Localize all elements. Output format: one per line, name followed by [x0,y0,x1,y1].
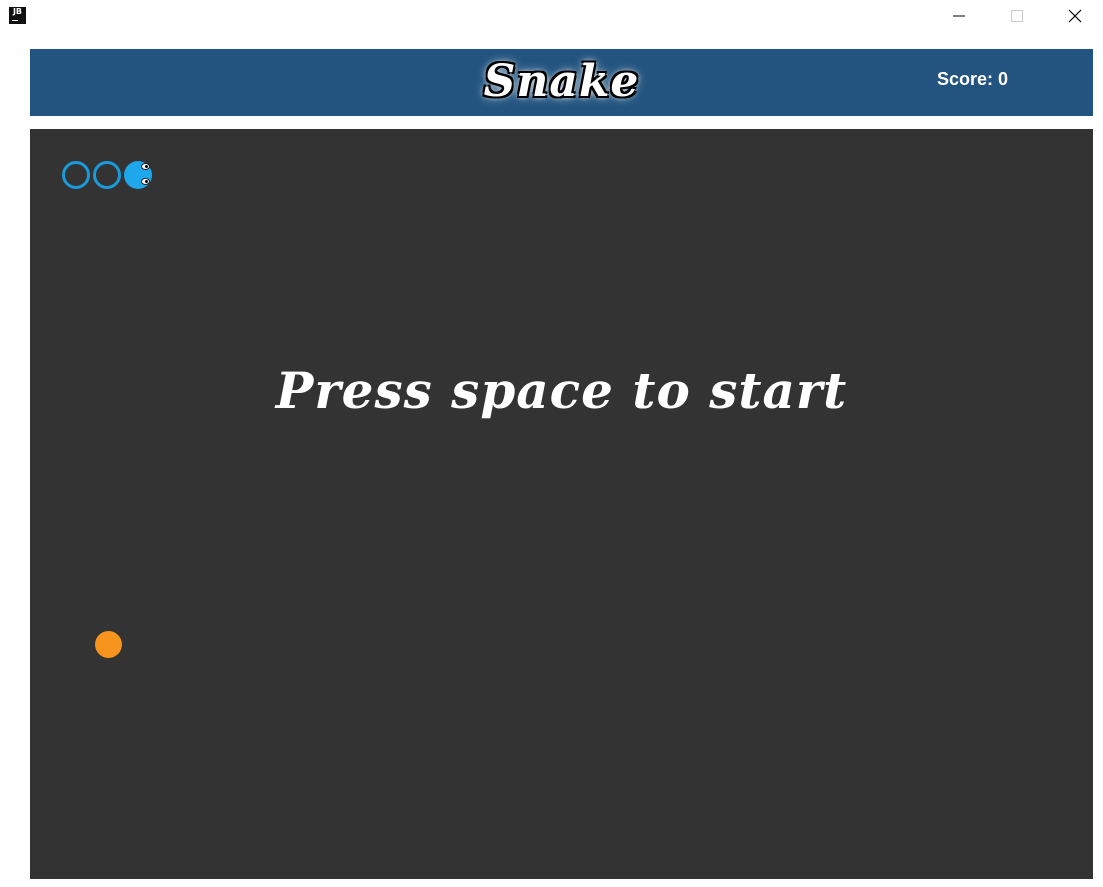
start-prompt: Press space to start [275,361,848,420]
snake-body-segment [93,161,121,189]
maximize-button[interactable] [988,0,1046,32]
game-board[interactable]: Press space to start [30,129,1093,879]
window-title-bar: JB [0,0,1103,32]
close-icon [1068,9,1082,23]
game-header: Snake Score: 0 [30,49,1093,116]
app-icon-label: JB [12,7,23,16]
game-title: Snake [483,56,640,107]
maximize-icon [1011,10,1023,22]
snake-body-segment [62,161,90,189]
snake-eye [141,178,150,185]
food-pellet [95,631,122,658]
score-label: Score: 0 [937,69,1009,89]
minimize-icon [953,15,965,17]
close-button[interactable] [1046,0,1103,32]
app-icon: JB [9,7,26,24]
snake-eye [141,163,150,170]
minimize-button[interactable] [930,0,988,32]
snake-head [124,161,152,189]
